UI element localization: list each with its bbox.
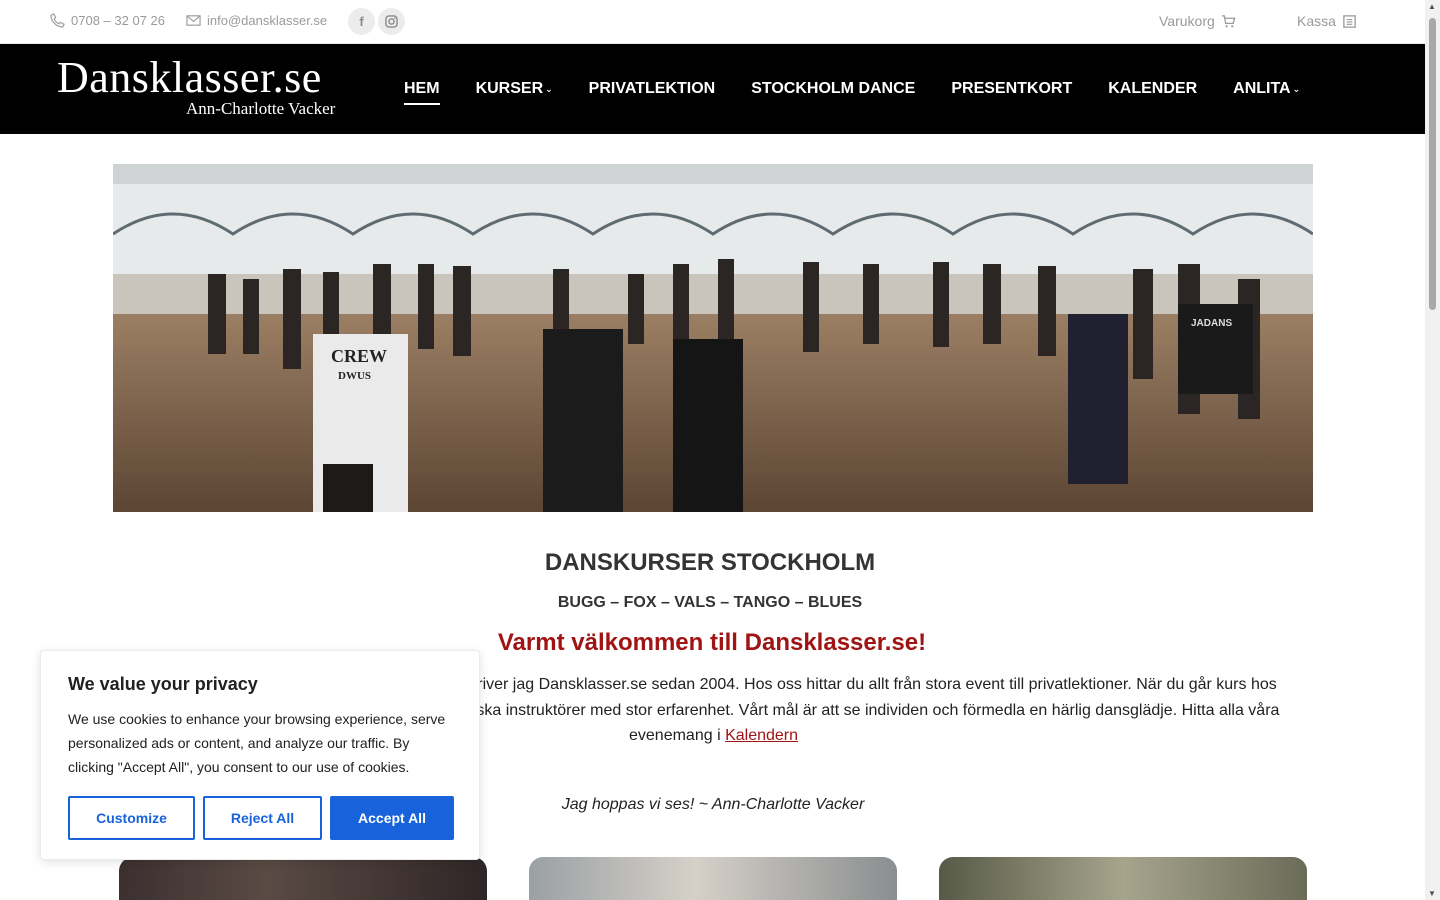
top-bar: 0708 – 32 07 26 info@dansklasser.se f Va… [0, 0, 1425, 44]
cookie-title: We value your privacy [68, 674, 258, 694]
phone-link[interactable]: 0708 – 32 07 26 [50, 13, 165, 28]
logo-subtitle: Ann-Charlotte Vacker [186, 99, 336, 118]
list-icon [1343, 14, 1356, 28]
chevron-down-icon: ⌄ [1292, 83, 1301, 94]
nav-label: KALENDER [1108, 80, 1198, 97]
instagram-icon[interactable] [378, 8, 405, 35]
checkout-label: Kassa [1297, 13, 1336, 29]
nav-item-privatlektion[interactable]: PRIVATLEKTION [589, 78, 716, 100]
accept-all-button[interactable]: Accept All [330, 796, 454, 840]
email-address: info@dansklasser.se [207, 13, 328, 28]
feature-card-image[interactable] [529, 857, 897, 900]
nav-label: STOCKHOLM DANCE [751, 80, 916, 97]
email-link[interactable]: info@dansklasser.se [186, 13, 327, 28]
mail-icon [186, 15, 201, 26]
nav-item-hem[interactable]: HEM [404, 78, 440, 105]
dance-styles-subtitle: BUGG – FOX – VALS – TANGO – BLUES [557, 594, 863, 611]
scroll-down-icon[interactable]: ▼ [1428, 889, 1436, 898]
nav-item-presentkort[interactable]: PRESENTKORT [951, 78, 1072, 100]
page-scrollbar[interactable]: ▲ ▼ [1425, 0, 1440, 900]
feature-card-image[interactable] [119, 857, 487, 900]
cart-link[interactable]: Varukorg [1159, 13, 1236, 29]
main-nav: HEM KURSER ⌄ PRIVATLEKTION STOCKHOLM DANC… [404, 78, 1336, 105]
phone-icon [50, 13, 65, 28]
shirt-text: DWUS [338, 370, 371, 382]
nav-label: KURSER [475, 80, 544, 97]
shirt-text: CREW [331, 346, 387, 366]
nav-item-stockholm-dance[interactable]: STOCKHOLM DANCE [751, 78, 915, 100]
customize-button[interactable]: Customize [68, 796, 195, 840]
chevron-down-icon: ⌄ [545, 83, 553, 94]
checkout-link[interactable]: Kassa [1297, 13, 1357, 29]
logo-title: Dansklasser.se [57, 53, 322, 102]
nav-label: PRESENTKORT [951, 80, 1073, 97]
scroll-up-icon[interactable]: ▲ [1428, 2, 1436, 11]
intro-text: evenemang i [629, 727, 721, 744]
cookie-banner: We value your privacy We use cookies to … [40, 650, 480, 860]
site-logo[interactable]: Dansklasser.se Ann-Charlotte Vacker [57, 54, 347, 124]
nav-label: ANLITA [1233, 80, 1291, 97]
facebook-icon[interactable]: f [348, 8, 375, 35]
dance-hall-illustration: CREW DWUS JADANS [113, 164, 1313, 512]
page-title: DANSKURSER STOCKHOLM [544, 549, 876, 576]
calendar-link[interactable]: Kalendern [725, 727, 798, 744]
phone-number: 0708 – 32 07 26 [71, 13, 165, 28]
hero-image: CREW DWUS JADANS [113, 164, 1313, 512]
reject-all-button[interactable]: Reject All [203, 796, 322, 840]
nav-item-kurser[interactable]: KURSER ⌄ [476, 78, 553, 100]
shirt-text: JADANS [1191, 318, 1232, 329]
feature-card-image[interactable] [939, 857, 1307, 900]
cookie-description: We use cookies to enhance your browsing … [68, 711, 446, 775]
nav-item-kalender[interactable]: KALENDER [1108, 78, 1197, 100]
cart-icon [1221, 14, 1236, 27]
main-header: Dansklasser.se Ann-Charlotte Vacker HEM … [0, 44, 1425, 134]
nav-label: HEM [404, 80, 440, 97]
nav-label: PRIVATLEKTION [588, 80, 716, 97]
scrollbar-thumb[interactable] [1429, 18, 1436, 310]
cart-label: Varukorg [1159, 13, 1215, 29]
nav-item-anlita[interactable]: ANLITA ⌄ [1233, 78, 1300, 100]
